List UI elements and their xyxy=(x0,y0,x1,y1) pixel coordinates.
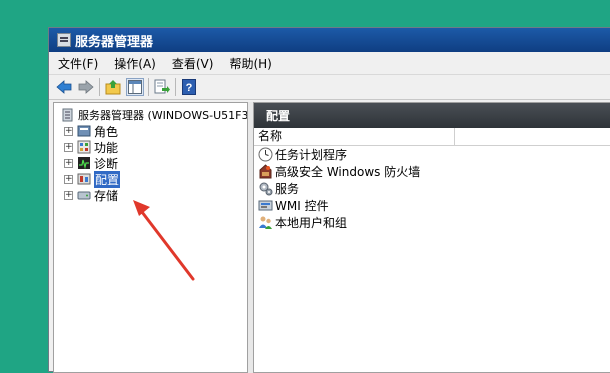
list-item-local-users[interactable]: 本地用户和组 xyxy=(254,214,610,231)
list-item-wmi-control[interactable]: WMI 控件 xyxy=(254,197,610,214)
configuration-icon xyxy=(76,171,92,187)
forward-arrow-icon xyxy=(78,80,94,94)
back-arrow-icon xyxy=(56,80,72,94)
tree-item-features[interactable]: + 功能 xyxy=(64,139,118,155)
list-item-firewall[interactable]: 高级安全 Windows 防火墙 xyxy=(254,163,610,180)
list-item-label: 高级安全 Windows 防火墙 xyxy=(275,165,421,179)
help-book-icon: ? xyxy=(182,79,196,95)
task-scheduler-icon xyxy=(257,147,273,163)
expand-icon[interactable]: + xyxy=(64,190,73,200)
menu-view[interactable]: 查看(V) xyxy=(165,55,221,72)
tree-root-label: 服务器管理器 (WINDOWS-U51F31 xyxy=(78,109,248,122)
roles-icon xyxy=(76,123,92,139)
results-pane: 配置 名称 任务计划程序 高级安全 Windows 防火墙 服务 WMI 控件 … xyxy=(253,102,610,373)
tree-root[interactable]: 服务器管理器 (WINDOWS-U51F31 xyxy=(60,107,248,123)
expand-icon[interactable]: + xyxy=(64,142,73,152)
storage-icon xyxy=(76,187,92,203)
up-level-button[interactable] xyxy=(104,78,122,96)
list-item-services[interactable]: 服务 xyxy=(254,180,610,197)
toolbar: ? xyxy=(49,75,610,100)
show-hide-console-tree-button[interactable] xyxy=(126,78,144,96)
column-header-name[interactable]: 名称 xyxy=(254,128,455,145)
folder-up-icon xyxy=(105,80,121,95)
expand-icon[interactable]: + xyxy=(64,174,73,184)
forward-button[interactable] xyxy=(77,78,95,96)
window-title: 服务器管理器 xyxy=(75,33,154,49)
features-icon xyxy=(76,139,92,155)
list-item-label: 任务计划程序 xyxy=(275,148,348,162)
tree-item-label: 存储 xyxy=(94,188,119,203)
list-item-task-scheduler[interactable]: 任务计划程序 xyxy=(254,146,610,163)
menu-action[interactable]: 操作(A) xyxy=(107,55,163,72)
firewall-icon xyxy=(257,164,273,180)
list-item-label: WMI 控件 xyxy=(275,199,329,213)
server-manager-icon xyxy=(60,107,76,123)
list-item-label: 本地用户和组 xyxy=(275,216,348,230)
toolbar-separator xyxy=(175,78,176,96)
expand-icon[interactable]: + xyxy=(64,126,73,136)
results-pane-header: 配置 xyxy=(254,103,610,128)
menu-help[interactable]: 帮助(H) xyxy=(222,55,278,72)
menu-file[interactable]: 文件(F) xyxy=(51,55,105,72)
column-header-row: 名称 xyxy=(254,128,610,146)
diagnostics-icon xyxy=(76,155,92,171)
console-tree: 服务器管理器 (WINDOWS-U51F31 + 角色 + 功能 + 诊断 + xyxy=(53,102,248,373)
tree-item-diagnostics[interactable]: + 诊断 xyxy=(64,155,118,171)
menu-bar: 文件(F) 操作(A) 查看(V) 帮助(H) xyxy=(49,52,610,75)
tree-item-label: 角色 xyxy=(94,124,119,139)
tree-item-roles[interactable]: + 角色 xyxy=(64,123,118,139)
local-users-icon xyxy=(257,215,273,231)
tree-item-label: 功能 xyxy=(94,140,119,155)
list-item-label: 服务 xyxy=(275,182,300,196)
services-icon xyxy=(257,181,273,197)
server-manager-window: 服务器管理器 文件(F) 操作(A) 查看(V) 帮助(H) ? 服务器管理器 … xyxy=(48,27,610,373)
tree-item-storage[interactable]: + 存储 xyxy=(64,187,118,203)
export-list-button[interactable] xyxy=(153,78,171,96)
help-button[interactable]: ? xyxy=(180,78,198,96)
back-button[interactable] xyxy=(55,78,73,96)
server-manager-icon xyxy=(57,33,71,47)
toolbar-separator xyxy=(148,78,149,96)
console-tree-icon xyxy=(128,80,142,94)
export-list-icon xyxy=(154,79,170,94)
column-header-empty[interactable] xyxy=(455,128,610,145)
tree-item-configuration[interactable]: + 配置 xyxy=(64,170,121,188)
expand-icon[interactable]: + xyxy=(64,158,73,168)
tree-item-label: 诊断 xyxy=(94,156,119,171)
wmi-control-icon xyxy=(257,198,273,214)
svg-text:?: ? xyxy=(186,82,193,94)
tree-item-label: 配置 xyxy=(94,170,121,188)
title-bar[interactable]: 服务器管理器 xyxy=(49,28,610,52)
toolbar-separator xyxy=(99,78,100,96)
